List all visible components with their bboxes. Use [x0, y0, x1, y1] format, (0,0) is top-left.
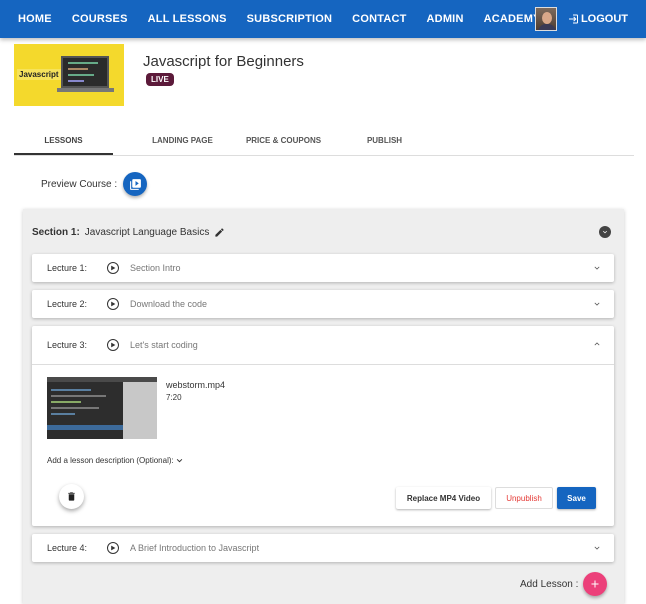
lecture-card-4: Lecture 4: A Brief Introduction to Javas… — [32, 534, 614, 562]
nav-admin[interactable]: ADMIN — [427, 13, 464, 25]
lecture-number: Lecture 1: — [47, 263, 88, 273]
lecture-title: Download the code — [130, 299, 208, 309]
pencil-icon[interactable] — [214, 227, 225, 238]
tab-lessons[interactable]: LESSONS — [14, 126, 113, 155]
thumbnail-laptop-base — [57, 88, 114, 92]
video-file-name: webstorm.mp4 — [166, 380, 226, 390]
lecture-card-3: Lecture 3: Let's start coding webstorm.m… — [32, 326, 614, 526]
lecture-title: A Brief Introduction to Javascript — [130, 543, 260, 553]
lecture-card-2: Lecture 2: Download the code — [32, 290, 614, 318]
course-thumbnail: Javascript — [14, 44, 124, 106]
nav-courses[interactable]: COURSES — [72, 13, 128, 25]
lecture-header[interactable]: Lecture 2: Download the code — [32, 290, 614, 318]
save-button[interactable]: Save — [557, 487, 596, 509]
chevron-down-icon — [176, 458, 182, 463]
trash-icon — [68, 492, 75, 501]
play-circle-icon — [107, 542, 119, 554]
user-area: LOGOUT — [534, 7, 628, 31]
chevron-circle-down-icon[interactable] — [599, 226, 611, 238]
replace-video-button[interactable]: Replace MP4 Video — [396, 487, 491, 509]
tab-price-coupons[interactable]: PRICE & COUPONS — [234, 126, 333, 155]
unpublish-button[interactable]: Unpublish — [495, 487, 553, 509]
chevron-up-icon[interactable] — [592, 339, 602, 349]
avatar[interactable] — [534, 7, 557, 31]
section-title: Javascript Language Basics — [84, 227, 210, 238]
course-title: Javascript for Beginners — [143, 53, 304, 70]
preview-course: Preview Course : — [41, 172, 148, 196]
description-toggle[interactable]: Add a lesson description (Optional): — [47, 455, 185, 466]
description-toggle-label: Add a lesson description (Optional): — [47, 456, 174, 465]
nav-all-lessons[interactable]: ALL LESSONS — [148, 13, 227, 25]
thumbnail-laptop-icon — [61, 56, 109, 88]
play-circle-icon — [107, 262, 119, 274]
nav-contact[interactable]: CONTACT — [352, 13, 406, 25]
lecture-body: webstorm.mp4 7:20 Add a lesson descripti… — [32, 364, 614, 526]
course-tabs: LESSONS LANDING PAGE PRICE & COUPONS PUB… — [14, 126, 634, 156]
chevron-down-icon[interactable] — [592, 263, 602, 273]
plus-icon — [591, 580, 599, 588]
section-number: Section 1: — [32, 227, 80, 238]
status-badge: LIVE — [146, 73, 174, 86]
preview-label: Preview Course : — [41, 178, 118, 190]
avatar-face — [541, 12, 552, 24]
chevron-down-icon[interactable] — [592, 543, 602, 553]
add-lesson: Add Lesson : — [520, 572, 608, 596]
preview-course-button[interactable] — [123, 172, 148, 196]
lecture-number: Lecture 2: — [47, 299, 88, 309]
section-header[interactable]: Section 1: Javascript Language Basics — [32, 226, 612, 238]
play-box-icon — [129, 178, 141, 190]
lecture-header[interactable]: Lecture 1: Section Intro — [32, 254, 614, 282]
lecture-card-1: Lecture 1: Section Intro — [32, 254, 614, 282]
top-nav-bar: HOME COURSES ALL LESSONS SUBSCRIPTION CO… — [0, 0, 646, 38]
lecture-title: Section Intro — [130, 263, 181, 273]
section-panel: Section 1: Javascript Language Basics Le… — [23, 209, 624, 604]
nav-academy[interactable]: ACADEMY — [484, 13, 541, 25]
add-lesson-button[interactable] — [583, 572, 608, 596]
course-header: Javascript Javascript for Beginners LIVE — [14, 44, 634, 108]
tab-landing-page[interactable]: LANDING PAGE — [133, 126, 232, 155]
play-circle-icon — [107, 339, 119, 351]
lecture-number: Lecture 4: — [47, 543, 88, 553]
thumbnail-label: Javascript — [17, 69, 61, 80]
tab-publish[interactable]: PUBLISH — [335, 126, 434, 155]
add-lesson-label: Add Lesson : — [520, 578, 579, 590]
delete-lecture-button[interactable] — [59, 484, 84, 509]
lecture-header[interactable]: Lecture 4: A Brief Introduction to Javas… — [32, 534, 614, 562]
lecture-number: Lecture 3: — [47, 340, 88, 350]
nav-home[interactable]: HOME — [18, 13, 52, 25]
video-duration: 7:20 — [166, 393, 182, 402]
lecture-header[interactable]: Lecture 3: Let's start coding — [32, 326, 614, 364]
logout-icon — [568, 14, 578, 24]
chevron-down-icon[interactable] — [592, 299, 602, 309]
logout-button[interactable]: LOGOUT — [567, 13, 628, 25]
avatar-shoulders — [537, 24, 556, 30]
video-thumbnail[interactable] — [47, 377, 157, 439]
nav-subscription[interactable]: SUBSCRIPTION — [247, 13, 333, 25]
lecture-title: Let's start coding — [130, 340, 198, 350]
play-circle-icon — [107, 298, 119, 310]
logout-label: LOGOUT — [580, 13, 628, 25]
